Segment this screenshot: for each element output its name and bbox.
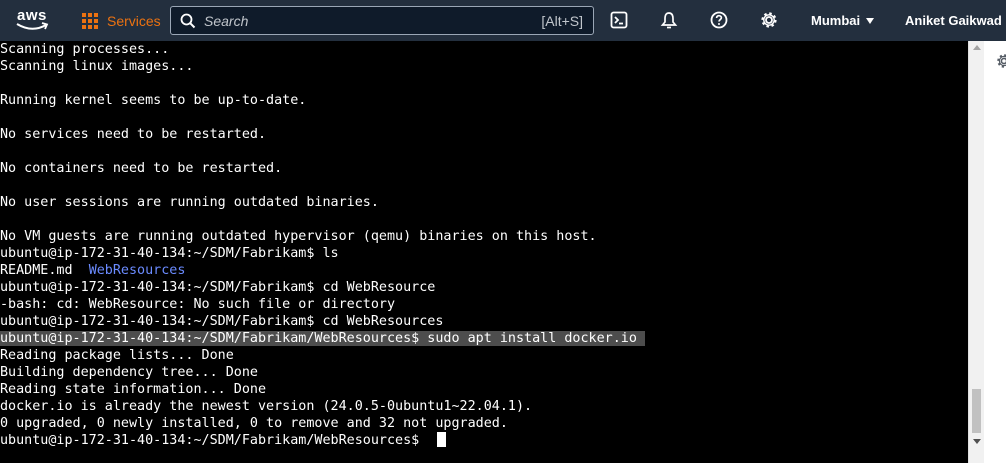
terminal-prompt-line[interactable]: ubuntu@ip-172-31-40-134:~/SDM/Fabrikam/W… bbox=[0, 432, 447, 449]
cloudshell-button[interactable] bbox=[609, 10, 629, 30]
chevron-down-icon bbox=[866, 17, 875, 24]
terminal-line: docker.io is already the newest version … bbox=[0, 399, 533, 414]
terminal-line: 0 upgraded, 0 newly installed, 0 to remo… bbox=[0, 416, 508, 431]
notifications-button[interactable] bbox=[659, 10, 679, 30]
search-shortcut-hint: [Alt+S] bbox=[541, 12, 583, 29]
terminal-output[interactable]: Scanning processes... Scanning linux ima… bbox=[0, 41, 968, 463]
terminal-line: ubuntu@ip-172-31-40-134:~/SDM/Fabrikam$ … bbox=[0, 246, 339, 261]
terminal-line: No containers need to be restarted. bbox=[0, 161, 283, 176]
terminal-line: ubuntu@ip-172-31-40-134:~/SDM/Fabrikam$ … bbox=[0, 314, 444, 329]
gear-icon[interactable] bbox=[996, 53, 1006, 69]
terminal-scrollbar[interactable] bbox=[968, 41, 984, 463]
scroll-up-arrow-icon[interactable] bbox=[973, 45, 981, 50]
services-grid-icon bbox=[82, 12, 98, 29]
selected-command-text: ubuntu@ip-172-31-40-134:~/SDM/Fabrikam/W… bbox=[0, 331, 645, 346]
terminal-prompt: ubuntu@ip-172-31-40-134:~/SDM/Fabrikam/W… bbox=[0, 433, 428, 448]
region-selector[interactable]: Mumbai bbox=[811, 0, 875, 41]
terminal-line: Scanning processes... bbox=[0, 42, 170, 57]
terminal-line: Scanning linux images... bbox=[0, 59, 194, 74]
services-label: Services bbox=[107, 12, 161, 29]
aws-top-navigation-bar: aws Services [Alt+S] bbox=[0, 0, 1006, 41]
terminal-line: -bash: cd: WebResource: No such file or … bbox=[0, 297, 396, 312]
directory-entry-webresources: WebResources bbox=[88, 263, 186, 278]
services-menu-button[interactable]: Services bbox=[82, 0, 161, 41]
search-icon bbox=[180, 13, 196, 28]
cloudshell-icon bbox=[610, 11, 628, 29]
terminal-line: No user sessions are running outdated bi… bbox=[0, 195, 379, 210]
side-panel bbox=[984, 41, 1006, 463]
terminal-line: Reading package lists... Done bbox=[0, 348, 234, 363]
help-icon bbox=[710, 11, 728, 29]
search-input[interactable] bbox=[204, 12, 542, 29]
scroll-down-arrow-icon[interactable] bbox=[973, 439, 981, 444]
gear-icon bbox=[761, 12, 777, 28]
search-box[interactable]: [Alt+S] bbox=[170, 6, 594, 35]
account-menu[interactable]: Aniket Gaikwad bbox=[905, 0, 1002, 41]
file-entry-readme: README.md bbox=[0, 263, 89, 278]
terminal-cursor bbox=[437, 432, 447, 447]
scrollbar-thumb[interactable] bbox=[972, 389, 981, 433]
terminal-line: Building dependency tree... Done bbox=[0, 365, 258, 380]
terminal-line: ubuntu@ip-172-31-40-134:~/SDM/Fabrikam$ … bbox=[0, 280, 436, 295]
help-button[interactable] bbox=[709, 10, 729, 30]
terminal-line: README.md WebResources bbox=[0, 262, 185, 279]
bell-icon bbox=[660, 12, 678, 29]
account-name: Aniket Gaikwad bbox=[905, 13, 1002, 28]
terminal-line: No VM guests are running outdated hyperv… bbox=[0, 229, 597, 244]
region-label: Mumbai bbox=[811, 13, 861, 28]
aws-logo[interactable]: aws bbox=[16, 7, 52, 35]
terminal-line: Running kernel seems to be up-to-date. bbox=[0, 93, 307, 108]
terminal-line-selected: ubuntu@ip-172-31-40-134:~/SDM/Fabrikam/W… bbox=[0, 330, 645, 347]
aws-smile-icon bbox=[16, 22, 49, 30]
terminal-line: No services need to be restarted. bbox=[0, 127, 267, 142]
terminal-line: Reading state information... Done bbox=[0, 382, 267, 397]
settings-button[interactable] bbox=[759, 10, 779, 30]
